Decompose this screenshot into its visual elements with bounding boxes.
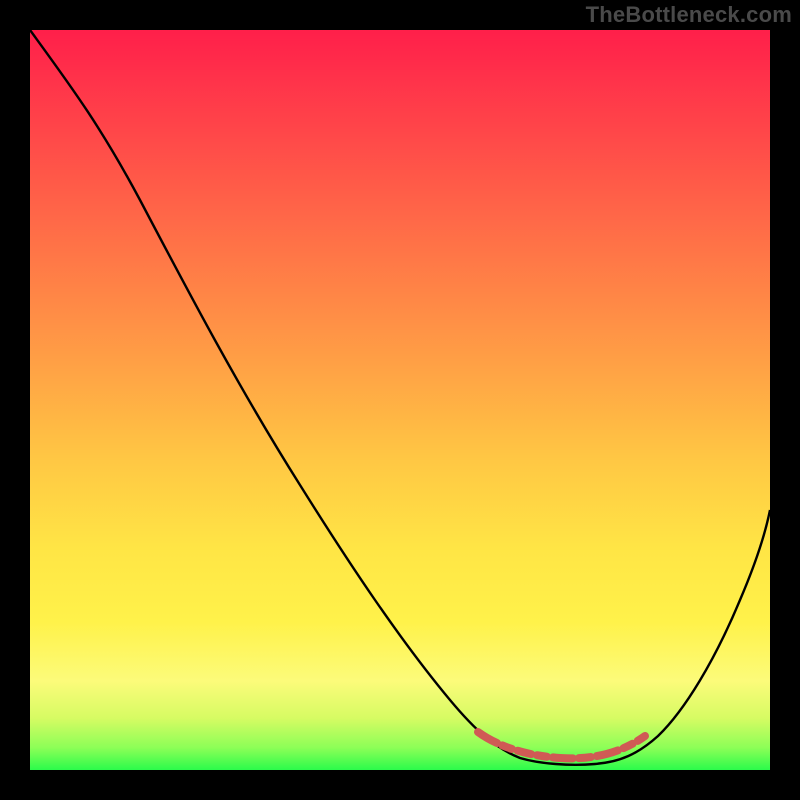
chart-frame: TheBottleneck.com	[0, 0, 800, 800]
watermark-text: TheBottleneck.com	[586, 2, 792, 28]
bottleneck-curve	[30, 30, 770, 765]
optimal-zone-marker	[478, 732, 645, 758]
curve-svg	[30, 30, 770, 770]
plot-area	[30, 30, 770, 770]
